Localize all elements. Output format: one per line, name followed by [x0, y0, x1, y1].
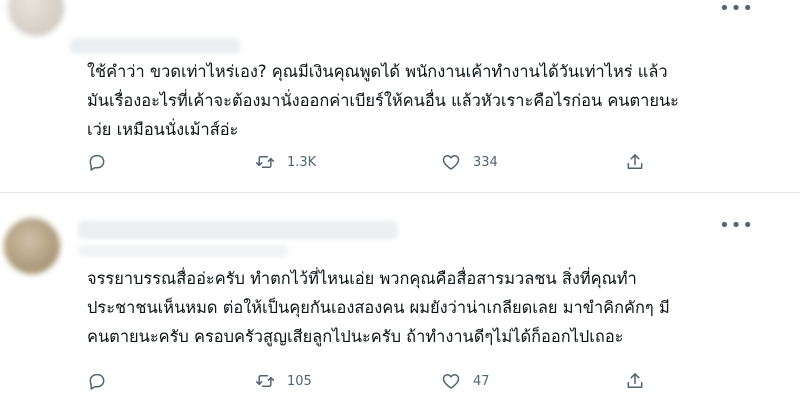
tweet-text-line: ประชาชนเห็นหมด ต่อให้เป็นคุยกันเองสองคน …	[87, 298, 670, 317]
share-icon	[627, 154, 643, 169]
retweet-count: 1.3K	[287, 154, 317, 170]
tweet-text: จรรยาบรรณสื่ออ่ะครับ ทำตกไว้ที่ไหนเอ่ย พ…	[87, 264, 670, 351]
tweet-text-line: มันเรื่องอะไรที่เค้าจะต้องมานั่งออกค่าเบ…	[87, 91, 679, 110]
retweet-icon	[255, 156, 275, 168]
tweet-text-line: จรรยาบรรณสื่ออ่ะครับ ทำตกไว้ที่ไหนเอ่ย พ…	[87, 269, 637, 288]
share-button[interactable]	[625, 149, 645, 175]
retweet-icon	[255, 375, 275, 387]
like-count: 47	[473, 373, 490, 389]
tweet-1[interactable]: ••• ใช้คำว่า ขวดเท่าไหร่เอง? คุณมีเงินคุ…	[0, 0, 800, 193]
tweet-text-line: ใช้คำว่า ขวดเท่าไหร่เอง? คุณมีเงินคุณพูด…	[87, 62, 668, 81]
more-icon[interactable]: •••	[719, 0, 754, 19]
retweet-button[interactable]: 1.3K	[255, 149, 316, 175]
reply-icon	[89, 373, 105, 390]
reply-button[interactable]	[87, 368, 119, 394]
like-icon	[442, 155, 460, 170]
retweet-count: 105	[287, 373, 312, 389]
tweet-2[interactable]: ••• จรรยาบรรณสื่ออ่ะครับ ทำตกไว้ที่ไหนเอ…	[0, 193, 800, 402]
reply-icon	[89, 154, 105, 171]
tweet-text-line: คนตายนะครับ ครอบครัวสูญเสียลูกไปนะครับ ถ…	[87, 327, 624, 346]
share-icon	[627, 373, 643, 388]
share-button[interactable]	[625, 368, 645, 394]
tweet-actions: 1.3K 334	[87, 149, 647, 175]
blurred-handle	[78, 245, 288, 257]
avatar[interactable]	[4, 218, 60, 274]
tweet-text: ใช้คำว่า ขวดเท่าไหร่เอง? คุณมีเงินคุณพูด…	[87, 57, 679, 144]
like-count: 334	[473, 154, 498, 170]
like-icon	[442, 374, 460, 389]
like-button[interactable]: 47	[441, 368, 490, 394]
like-button[interactable]: 334	[441, 149, 498, 175]
more-icon[interactable]: •••	[719, 215, 754, 236]
blurred-username	[78, 221, 398, 239]
tweet-text-line: เว่ย เหมือนนั่งเม้าส์อ่ะ	[87, 120, 239, 139]
avatar[interactable]	[8, 0, 64, 36]
reply-button[interactable]	[87, 149, 119, 175]
tweet-actions: 105 47	[87, 368, 647, 394]
blurred-username	[70, 38, 240, 54]
retweet-button[interactable]: 105	[255, 368, 312, 394]
